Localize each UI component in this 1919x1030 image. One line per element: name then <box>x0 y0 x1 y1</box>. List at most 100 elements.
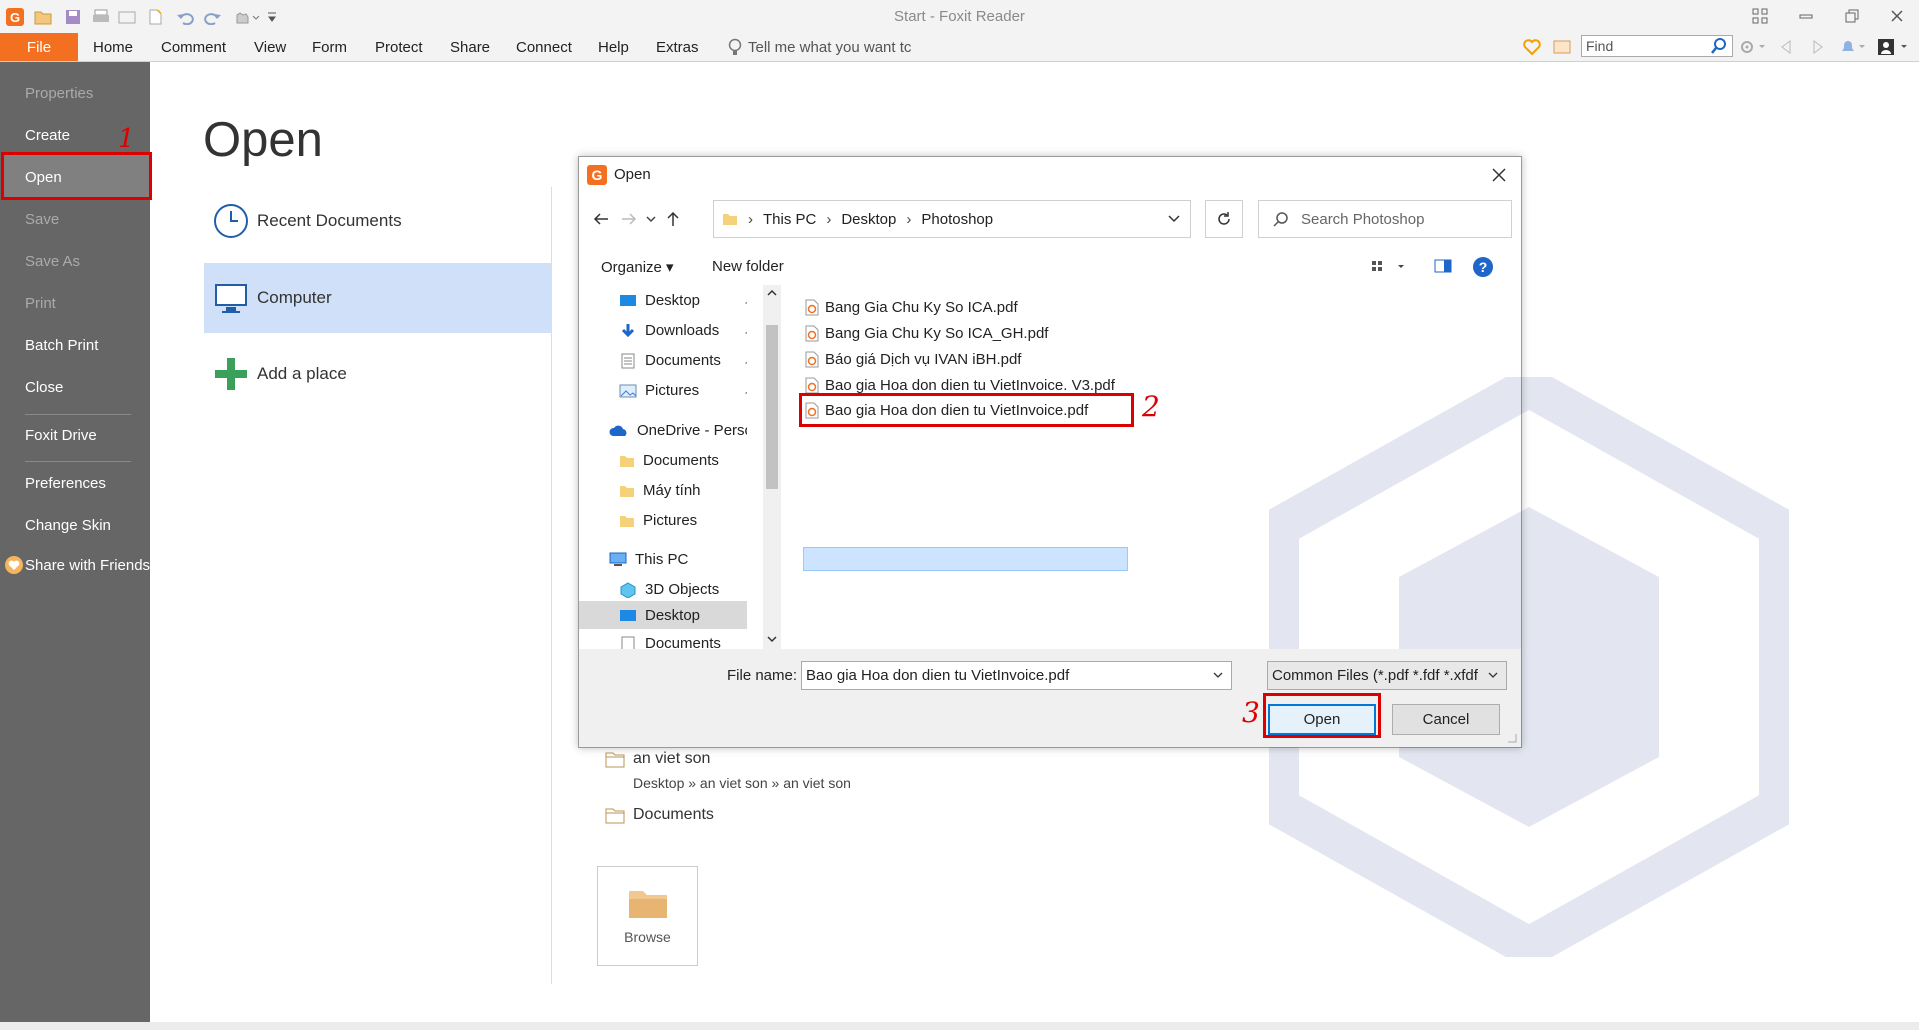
menu-home[interactable]: Home <box>93 39 133 56</box>
tree-item-downloads[interactable]: Downloads <box>619 322 719 339</box>
folder-icon <box>619 454 635 468</box>
recent-locations-chevron-icon[interactable] <box>641 209 661 229</box>
pdf-file-icon <box>805 351 819 368</box>
breadcrumb-separator-icon: › <box>826 210 832 228</box>
organize-button[interactable]: Organize ▾ <box>601 258 674 276</box>
step-3-marker: 3 <box>1242 696 1260 729</box>
recent-folder-name: Documents <box>633 806 714 823</box>
forward-nav-icon[interactable] <box>1808 37 1828 57</box>
file-type-value: Common Files (*.pdf *.fdf *.xfdf <box>1272 667 1478 684</box>
file-tab[interactable]: File <box>0 33 78 61</box>
tree-item-desktop-selected[interactable]: Desktop <box>619 607 700 624</box>
tree-item-onedrive-pictures[interactable]: Pictures <box>619 512 697 529</box>
file-item[interactable]: Bang Gia Chu Ky So ICA_GH.pdf <box>805 325 1048 342</box>
view-options-icon[interactable] <box>1370 258 1410 276</box>
scroll-up-icon[interactable] <box>767 289 777 297</box>
refresh-button[interactable] <box>1205 200 1243 238</box>
pin-icon <box>745 355 747 369</box>
file-name: Bang Gia Chu Ky So ICA.pdf <box>825 299 1018 316</box>
file-name-input[interactable]: Bao gia Hoa don dien tu VietInvoice.pdf <box>801 661 1232 690</box>
tree-item-pictures[interactable]: Pictures <box>619 382 699 399</box>
close-window-button[interactable] <box>1883 4 1911 28</box>
place-recent-documents[interactable]: Recent Documents <box>213 203 402 239</box>
file-type-select[interactable]: Common Files (*.pdf *.fdf *.xfdf <box>1267 661 1507 690</box>
tree-item-onedrive-documents[interactable]: Documents <box>619 452 719 469</box>
bell-icon[interactable] <box>1838 37 1868 57</box>
sidebar-share-with-friends[interactable]: Share with Friends <box>25 557 150 574</box>
place-add-a-place[interactable]: Add a place <box>213 356 347 392</box>
dialog-title: Open <box>614 166 651 183</box>
tree-item-label: Documents <box>645 352 721 369</box>
sidebar-create[interactable]: Create <box>25 127 70 144</box>
tree-item-this-pc[interactable]: This PC <box>609 551 688 568</box>
menu-comment[interactable]: Comment <box>161 39 226 56</box>
breadcrumb-desktop[interactable]: Desktop <box>841 211 896 228</box>
tree-item-documents[interactable]: Documents <box>619 352 721 369</box>
documents-icon <box>619 353 637 369</box>
browse-button[interactable]: Browse <box>597 866 698 966</box>
sidebar-open[interactable]: Open <box>25 169 62 186</box>
back-nav-icon[interactable] <box>1776 37 1796 57</box>
folder-icon <box>605 750 625 768</box>
scroll-down-icon[interactable] <box>767 635 777 643</box>
file-item[interactable]: Báo giá Dịch vụ IVAN iBH.pdf <box>805 351 1021 368</box>
recent-folder-item[interactable]: an viet son <box>605 750 710 768</box>
download-icon <box>619 323 637 339</box>
tell-me-search[interactable]: Tell me what you want tc <box>728 38 911 56</box>
sidebar-batch-print[interactable]: Batch Print <box>25 337 98 354</box>
restore-button[interactable] <box>1838 4 1866 28</box>
breadcrumb-photoshop[interactable]: Photoshop <box>921 211 993 228</box>
menu-bar: File Home Comment View Form Protect Shar… <box>0 33 1919 62</box>
menu-form[interactable]: Form <box>312 39 347 56</box>
tree-item-desktop[interactable]: Desktop <box>619 292 700 309</box>
sidebar-close[interactable]: Close <box>25 379 63 396</box>
user-account-icon[interactable] <box>1876 37 1912 57</box>
search-icon[interactable] <box>1710 37 1728 55</box>
computer-icon <box>213 280 249 316</box>
heart-icon[interactable] <box>1522 37 1542 57</box>
menu-extras[interactable]: Extras <box>656 39 699 56</box>
gear-icon[interactable] <box>1738 37 1768 57</box>
breadcrumb-this-pc[interactable]: This PC <box>763 211 816 228</box>
new-folder-button[interactable]: New folder <box>712 258 784 275</box>
file-item[interactable]: Bao gia Hoa don dien tu VietInvoice. V3.… <box>805 377 1115 394</box>
step-1-marker: 1 <box>118 124 135 154</box>
menu-help[interactable]: Help <box>598 39 629 56</box>
organize-label: Organize <box>601 259 662 276</box>
forward-arrow-icon[interactable] <box>619 209 639 229</box>
address-dropdown-icon[interactable] <box>1168 215 1180 223</box>
image-icon[interactable] <box>1552 37 1572 57</box>
tree-item-label: Pictures <box>645 382 700 399</box>
minimize-button[interactable] <box>1792 4 1820 28</box>
open-highlight-annotation <box>1 152 152 200</box>
menu-protect[interactable]: Protect <box>375 39 423 56</box>
sidebar-change-skin[interactable]: Change Skin <box>25 517 111 534</box>
preview-pane-icon[interactable] <box>1434 258 1452 274</box>
ribbon-layout-icon[interactable] <box>1746 4 1774 28</box>
tree-scrollbar-thumb[interactable] <box>766 325 778 489</box>
search-photoshop-input[interactable]: Search Photoshop <box>1258 200 1512 238</box>
pane-divider <box>551 187 552 984</box>
menu-share[interactable]: Share <box>450 39 490 56</box>
help-icon[interactable]: ? <box>1472 256 1494 278</box>
tree-item-3d-objects[interactable]: 3D Objects <box>619 581 719 598</box>
back-arrow-icon[interactable] <box>591 209 611 229</box>
dialog-close-button[interactable] <box>1487 163 1511 187</box>
recent-folder-item[interactable]: Documents <box>605 806 714 824</box>
tree-item-pc-documents[interactable]: Documents <box>619 635 721 649</box>
cancel-button[interactable]: Cancel <box>1392 704 1500 735</box>
address-bar[interactable]: › This PC › Desktop › Photoshop <box>713 200 1191 238</box>
file-item[interactable]: Bang Gia Chu Ky So ICA.pdf <box>805 299 1018 316</box>
place-computer[interactable]: Computer <box>213 280 332 316</box>
up-arrow-icon[interactable] <box>663 209 683 229</box>
pdf-file-icon <box>805 325 819 342</box>
resize-grip-icon[interactable] <box>1507 733 1517 743</box>
menu-view[interactable]: View <box>254 39 286 56</box>
tree-item-onedrive[interactable]: OneDrive - Personal <box>609 422 747 439</box>
tree-item-may-tinh[interactable]: Máy tính <box>619 482 701 499</box>
sidebar-preferences[interactable]: Preferences <box>25 475 106 492</box>
pdf-file-icon <box>805 377 819 394</box>
sidebar-foxit-drive[interactable]: Foxit Drive <box>25 427 97 444</box>
chevron-down-icon[interactable] <box>1213 672 1223 679</box>
menu-connect[interactable]: Connect <box>516 39 572 56</box>
